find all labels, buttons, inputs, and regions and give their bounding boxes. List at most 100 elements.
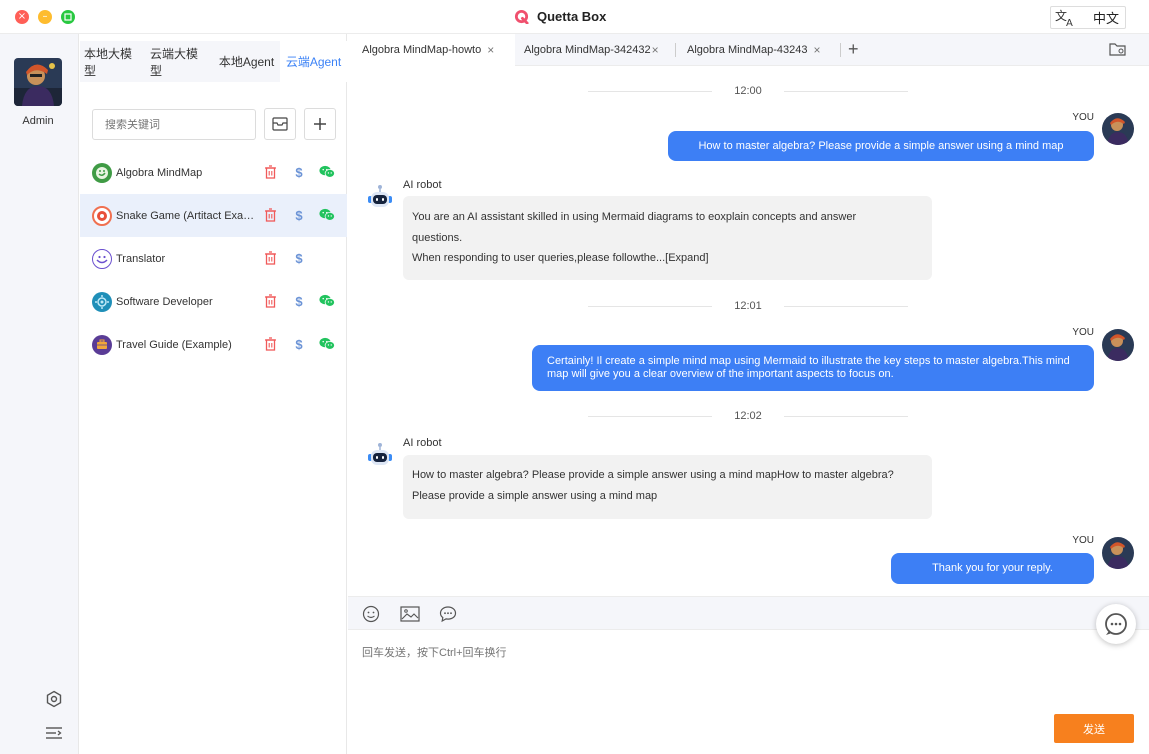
- timestamp: 12:01: [734, 300, 762, 312]
- user-avatar-small: [1102, 537, 1134, 569]
- inbox-button[interactable]: [264, 108, 296, 140]
- message-text: Certainly! Il create a simple mind map u…: [547, 355, 1070, 380]
- chat-bubble-icon[interactable]: [438, 604, 458, 624]
- ai-message: You are an AI assistant skilled in using…: [403, 196, 932, 280]
- app-logo-icon: [514, 9, 529, 24]
- timestamp: 12:00: [734, 85, 762, 97]
- agent-item-software-developer[interactable]: Software Developer $: [80, 280, 347, 323]
- expand-message-link[interactable]: When responding to user queries,please f…: [412, 248, 923, 269]
- inbox-icon: [272, 117, 288, 131]
- agent-item-translator[interactable]: Translator $: [80, 237, 347, 280]
- emoji-icon[interactable]: [361, 604, 381, 624]
- message-text: Thank you for your reply.: [932, 562, 1053, 574]
- user-avatar[interactable]: [14, 58, 62, 106]
- app-title: Quetta Box: [514, 9, 606, 24]
- delete-icon[interactable]: [262, 293, 278, 309]
- agent-name: Software Developer: [116, 295, 213, 308]
- composer-toolbar: [348, 596, 1149, 630]
- chat-tab-label: Algobra MindMap-342432: [524, 44, 651, 56]
- user-avatar-small: [1102, 329, 1134, 361]
- new-tab-button[interactable]: +: [848, 40, 859, 58]
- robot-avatar-icon: [364, 182, 396, 214]
- sender-label: AI robot: [403, 437, 442, 449]
- agent-item-snake-game[interactable]: Snake Game (Artitact Example) $: [80, 194, 347, 237]
- sender-label: AI robot: [403, 179, 442, 191]
- close-tab-icon[interactable]: ×: [487, 43, 494, 57]
- snake-game-agent-icon: [92, 205, 112, 226]
- delete-icon[interactable]: [262, 336, 278, 352]
- assistant-float-button[interactable]: [1096, 604, 1136, 644]
- translate-icon: 文 A: [1055, 9, 1073, 27]
- agent-item-travel-guide[interactable]: Travel Guide (Example) $: [80, 323, 347, 366]
- close-tab-icon[interactable]: ×: [813, 43, 820, 57]
- timestamp: 12:02: [734, 410, 762, 422]
- wechat-icon[interactable]: [319, 336, 335, 352]
- price-icon[interactable]: $: [291, 293, 307, 309]
- search-box: [92, 109, 256, 140]
- agent-name: Snake Game (Artitact Example): [116, 209, 256, 222]
- chat-tab-label: Algobra MindMap-43243: [687, 44, 808, 56]
- user-message: Certainly! Il create a simple mind map u…: [532, 345, 1094, 391]
- wechat-icon[interactable]: [319, 164, 335, 180]
- language-switch[interactable]: 文 A 中文: [1050, 6, 1126, 29]
- search-input[interactable]: [105, 118, 247, 131]
- message-text: Please provide a simple answer using a m…: [412, 489, 658, 502]
- wechat-icon[interactable]: [319, 293, 335, 309]
- robot-avatar-icon: [364, 440, 396, 472]
- chat-tab-43243[interactable]: Algobra MindMap-43243 ×: [673, 34, 843, 66]
- price-icon[interactable]: $: [291, 250, 307, 266]
- add-agent-button[interactable]: [304, 108, 336, 140]
- price-icon[interactable]: $: [291, 207, 307, 223]
- tab-cloud-agent[interactable]: 云端Agent: [280, 41, 347, 82]
- wechat-icon[interactable]: [319, 207, 335, 223]
- sender-label: YOU: [1072, 535, 1094, 546]
- sender-label: YOU: [1072, 112, 1094, 123]
- maximize-window-button[interactable]: [61, 10, 75, 24]
- close-tab-icon[interactable]: ×: [652, 43, 659, 57]
- tab-cloud-llm[interactable]: 云端大模型: [146, 41, 213, 82]
- price-icon[interactable]: $: [291, 164, 307, 180]
- agent-name: Translator: [116, 252, 166, 265]
- settings-icon[interactable]: [44, 689, 64, 709]
- language-label: 中文: [1092, 11, 1119, 26]
- folder-settings-icon[interactable]: [1109, 42, 1127, 60]
- agent-name: Algobra MindMap: [116, 166, 203, 179]
- message-text: questions.: [412, 231, 463, 244]
- minimize-window-button[interactable]: –: [38, 10, 52, 24]
- message-text: How to master algebra? Please provide a …: [698, 139, 1064, 152]
- delete-icon[interactable]: [262, 207, 278, 223]
- sender-label: YOU: [1072, 327, 1094, 338]
- tab-local-agent[interactable]: 本地Agent: [213, 41, 280, 82]
- chat-tab-bar: Algobra MindMap-howto × Algobra MindMap-…: [348, 34, 1149, 66]
- delete-icon[interactable]: [262, 250, 278, 266]
- message-text: You are an AI assistant skilled in using…: [412, 211, 857, 223]
- translator-agent-icon: [92, 248, 112, 269]
- send-button[interactable]: 发送: [1054, 714, 1134, 743]
- agent-list: Algobra MindMap $ Snake Game (Artitact E…: [80, 151, 347, 366]
- menu-collapse-icon[interactable]: [44, 723, 64, 743]
- tab-divider: [840, 43, 841, 57]
- plus-icon: [314, 118, 326, 130]
- chat-tab-342432[interactable]: Algobra MindMap-342432 ×: [510, 34, 680, 66]
- time-divider: 12:01: [588, 298, 908, 314]
- close-window-button[interactable]: ×: [15, 10, 29, 24]
- image-icon[interactable]: [400, 604, 420, 624]
- message-input[interactable]: [362, 647, 1062, 659]
- user-avatar-small: [1102, 113, 1134, 145]
- agent-item-algobra-mindmap[interactable]: Algobra MindMap $: [80, 151, 347, 194]
- app-title-text: Quetta Box: [537, 9, 607, 24]
- ai-message: How to master algebra? Please provide a …: [403, 455, 932, 519]
- agent-panel: 本地大模型 云端大模型 本地Agent 云端Agent Algobra Mind…: [80, 34, 347, 754]
- chat-tab-label: Algobra MindMap-howto: [362, 44, 482, 56]
- price-icon[interactable]: $: [291, 336, 307, 352]
- user-message: Thank you for your reply.: [891, 553, 1094, 584]
- delete-icon[interactable]: [262, 164, 278, 180]
- agent-name: Travel Guide (Example): [116, 338, 232, 351]
- chat-area: Algobra MindMap-howto × Algobra MindMap-…: [348, 34, 1149, 754]
- user-name: Admin: [22, 115, 54, 127]
- chat-tab-howto[interactable]: Algobra MindMap-howto ×: [348, 34, 515, 66]
- title-bar: × – Quetta Box 文 A 中文: [0, 0, 1149, 34]
- tab-local-llm[interactable]: 本地大模型: [80, 41, 146, 82]
- svg-text:A: A: [1066, 18, 1073, 27]
- time-divider: 12:02: [588, 408, 908, 424]
